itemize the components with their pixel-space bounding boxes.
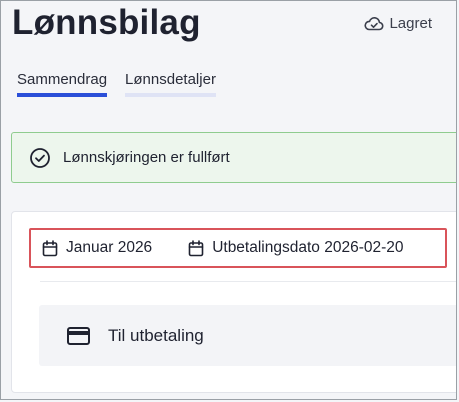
save-status: Lagret <box>364 15 432 32</box>
tab-bar: Sammendrag Lønnsdetaljer <box>17 71 216 97</box>
period-item: Januar 2026 <box>42 239 152 257</box>
saved-label: Lagret <box>389 15 432 32</box>
period-label: Januar 2026 <box>66 239 153 256</box>
check-circle-icon <box>29 147 51 169</box>
app-frame: Lønnsbilag Lagret Sammendrag Lønnsdetalj… <box>0 0 457 400</box>
alert-text: Lønnskjøringen er fullført <box>63 149 230 166</box>
payout-section[interactable]: Til utbetaling <box>39 305 456 366</box>
payment-date-label: Utbetalingsdato 2026-02-20 <box>212 239 404 256</box>
calendar-icon <box>188 239 204 257</box>
tab-lonnsdetaljer[interactable]: Lønnsdetaljer <box>125 71 216 97</box>
credit-card-icon <box>67 326 90 345</box>
payroll-meta-row: Januar 2026 Utbetalingsdato 2026-02-20 <box>29 228 447 268</box>
payout-label: Til utbetaling <box>108 325 204 345</box>
cloud-check-icon <box>364 16 384 32</box>
calendar-icon <box>42 239 58 257</box>
page-title: Lønnsbilag <box>12 3 201 42</box>
tab-sammendrag[interactable]: Sammendrag <box>17 71 108 97</box>
success-alert: Lønnskjøringen er fullført <box>11 132 456 183</box>
payment-date-item: Utbetalingsdato 2026-02-20 <box>188 239 404 257</box>
divider <box>40 281 456 282</box>
